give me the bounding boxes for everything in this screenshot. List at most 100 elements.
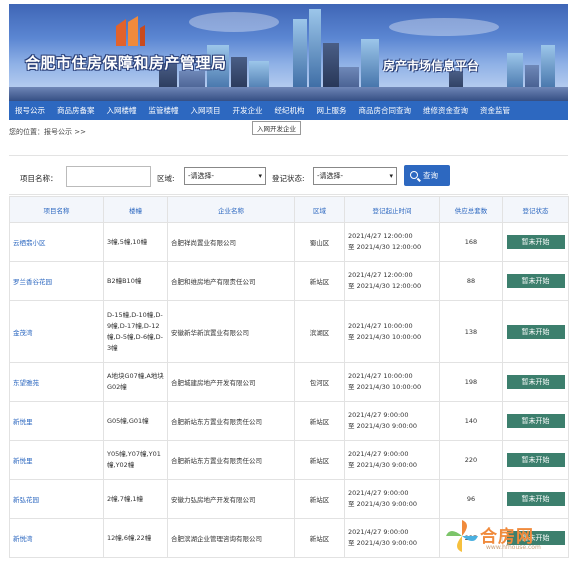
status-button[interactable]: 暂未开始 bbox=[506, 274, 565, 288]
status-button[interactable]: 暂未开始 bbox=[506, 492, 565, 506]
cloud-decor bbox=[189, 12, 279, 32]
nav-item-networked-buildings[interactable]: 入网楼幢 bbox=[101, 101, 143, 120]
site-title: 合肥市住房保障和房产管理局 bbox=[25, 54, 227, 72]
project-name-link[interactable]: 罗兰香谷花园 bbox=[9, 261, 104, 301]
status-select[interactable]: -请选择- ▾ bbox=[313, 167, 397, 185]
nav-item-contract-query[interactable]: 商品房合同查询 bbox=[353, 101, 418, 120]
project-table: 项目名称 楼幢 企业名称 区域 登记起止时间 供应总套数 登记状态 云栖翡小区 … bbox=[9, 196, 569, 558]
status-button[interactable]: 暂未开始 bbox=[506, 453, 565, 467]
nav-item-networked-projects[interactable]: 入网项目 bbox=[185, 101, 227, 120]
project-name-link[interactable]: 新弘花园 bbox=[9, 479, 104, 519]
status-button[interactable]: 暂未开始 bbox=[506, 414, 565, 428]
col-header-project: 项目名称 bbox=[9, 196, 104, 223]
col-header-building: 楼幢 bbox=[103, 196, 168, 223]
table-row: 金茂湾 D-15幢,D-10幢,D-9幢,D-17幢,D-12幢,D-5幢,D-… bbox=[9, 300, 569, 363]
platform-title: 房产市场信息平台 bbox=[383, 59, 480, 73]
col-header-enterprise: 企业名称 bbox=[167, 196, 295, 223]
area-select[interactable]: -请选择- ▾ bbox=[184, 167, 266, 185]
nav-item-report-publicity[interactable]: 报号公示 bbox=[9, 101, 51, 120]
area-select-value: -请选择- bbox=[188, 172, 215, 180]
query-button-label: 查询 bbox=[423, 171, 438, 180]
enterprise-cell: 安徽新华新滨置业有限公司 bbox=[167, 300, 295, 363]
table-row: 云栖翡小区 3幢,5幢,10幢 合肥祥尚置业有限公司 蜀山区 2021/4/27… bbox=[9, 222, 569, 262]
chevron-down-icon: ▾ bbox=[389, 172, 393, 180]
enterprise-cell: 合肥新站东方置业有限责任公司 bbox=[167, 401, 295, 441]
project-name-link[interactable]: 东望雅苑 bbox=[9, 362, 104, 402]
period-start: 2021/4/27 9:00:00 bbox=[348, 489, 409, 497]
nav-item-online-service[interactable]: 网上服务 bbox=[311, 101, 353, 120]
status-cell: 暂未开始 bbox=[502, 440, 569, 480]
query-button[interactable]: 查询 bbox=[404, 165, 450, 186]
status-button[interactable]: 暂未开始 bbox=[506, 375, 565, 389]
nav-item-fund-supervision[interactable]: 资金监管 bbox=[474, 101, 516, 120]
period-start: 2021/4/27 12:00:00 bbox=[348, 232, 413, 240]
area-cell: 新站区 bbox=[294, 440, 345, 480]
status-cell: 暂未开始 bbox=[502, 222, 569, 262]
main-nav: 报号公示 商品房备案 入网楼幢 监管楼幢 入网项目 开发企业 经纪机构 网上服务… bbox=[9, 101, 568, 120]
status-button[interactable]: 暂未开始 bbox=[506, 324, 565, 339]
period-cell: 2021/4/27 9:00:00 至 2021/4/30 9:00:00 bbox=[344, 401, 440, 441]
project-name-link[interactable]: 云栖翡小区 bbox=[9, 222, 104, 262]
search-icon bbox=[410, 171, 418, 179]
status-button[interactable]: 暂未开始 bbox=[506, 235, 565, 249]
area-label: 区域: bbox=[157, 174, 175, 183]
area-cell: 蜀山区 bbox=[294, 222, 345, 262]
enterprise-cell: 合肥新站东方置业有限责任公司 bbox=[167, 440, 295, 480]
period-end: 至 2021/4/30 9:00:00 bbox=[348, 422, 418, 430]
building-cell: Y05幢,Y07幢,Y01幢,Y02幢 bbox=[103, 440, 168, 480]
building-cell: G05幢,G01幢 bbox=[103, 401, 168, 441]
project-name-link[interactable]: 金茂湾 bbox=[9, 300, 104, 363]
area-cell: 滨湖区 bbox=[294, 300, 345, 363]
period-cell: 2021/4/27 12:00:00 至 2021/4/30 12:00:00 bbox=[344, 222, 440, 262]
nav-item-brokers[interactable]: 经纪机构 bbox=[269, 101, 311, 120]
area-cell: 新站区 bbox=[294, 479, 345, 519]
status-cell: 暂未开始 bbox=[502, 401, 569, 441]
period-start: 2021/4/27 9:00:00 bbox=[348, 528, 409, 536]
status-cell: 暂未开始 bbox=[502, 300, 569, 363]
building-cell: D-15幢,D-10幢,D-9幢,D-17幢,D-12幢,D-5幢,D-6幢,D… bbox=[103, 300, 168, 363]
project-name-link[interactable]: 新悦湾 bbox=[9, 518, 104, 558]
project-name-input[interactable] bbox=[66, 166, 151, 187]
nav-tooltip: 入网开发企业 bbox=[252, 121, 301, 135]
period-end: 至 2021/4/30 9:00:00 bbox=[348, 461, 418, 469]
nav-item-maintenance-fund[interactable]: 维修资金查询 bbox=[417, 101, 474, 120]
status-cell: 暂未开始 bbox=[502, 479, 569, 519]
col-header-supply: 供应总套数 bbox=[439, 196, 503, 223]
supply-count-cell: 220 bbox=[439, 440, 503, 480]
period-cell: 2021/4/27 12:00:00 至 2021/4/30 12:00:00 bbox=[344, 261, 440, 301]
area-cell: 新站区 bbox=[294, 261, 345, 301]
project-name-link[interactable]: 新悦里 bbox=[9, 401, 104, 441]
period-cell: 2021/4/27 9:00:00 至 2021/4/30 9:00:00 bbox=[344, 518, 440, 558]
supply-count-cell: 138 bbox=[439, 300, 503, 363]
table-row: 新弘花园 2幢,7幢,1幢 安徽力弘房地产开发有限公司 新站区 2021/4/2… bbox=[9, 479, 569, 519]
ground-decor bbox=[9, 87, 568, 101]
enterprise-cell: 合肥城建房地产开发有限公司 bbox=[167, 362, 295, 402]
nav-item-supervised-buildings[interactable]: 监管楼幢 bbox=[143, 101, 185, 120]
table-row: 罗兰香谷花园 B2幢B10幢 合肥和维房地产有限责任公司 新站区 2021/4/… bbox=[9, 261, 569, 301]
enterprise-cell: 合肥祥尚置业有限公司 bbox=[167, 222, 295, 262]
nav-item-housing-filing[interactable]: 商品房备案 bbox=[51, 101, 101, 120]
nav-item-developers[interactable]: 开发企业 bbox=[227, 101, 269, 120]
pinwheel-logo-icon bbox=[446, 520, 478, 552]
project-name-label: 项目名称： bbox=[20, 174, 58, 183]
period-end: 至 2021/4/30 12:00:00 bbox=[348, 282, 422, 290]
project-name-link[interactable]: 新悦里 bbox=[9, 440, 104, 480]
table-row: 新悦里 Y05幢,Y07幢,Y01幢,Y02幢 合肥新站东方置业有限责任公司 新… bbox=[9, 440, 569, 480]
period-start: 2021/4/27 12:00:00 bbox=[348, 271, 413, 279]
status-select-value: -请选择- bbox=[317, 172, 344, 180]
period-end: 至 2021/4/30 10:00:00 bbox=[348, 332, 422, 341]
supply-count-cell: 96 bbox=[439, 479, 503, 519]
period-cell: 2021/4/27 10:00:00 至 2021/4/30 10:00:00 bbox=[344, 300, 440, 363]
supply-count-cell: 88 bbox=[439, 261, 503, 301]
table-row: 东望雅苑 A地块G07幢,A地块G02幢 合肥城建房地产开发有限公司 包河区 2… bbox=[9, 362, 569, 402]
bureau-logo-icon bbox=[116, 16, 145, 46]
area-cell: 新站区 bbox=[294, 401, 345, 441]
supply-count-cell: 140 bbox=[439, 401, 503, 441]
enterprise-cell: 安徽力弘房地产开发有限公司 bbox=[167, 479, 295, 519]
building-cell: 2幢,7幢,1幢 bbox=[103, 479, 168, 519]
period-start: 2021/4/27 9:00:00 bbox=[348, 411, 409, 419]
breadcrumb: 您的位置：报号公示 >> bbox=[9, 128, 86, 136]
area-cell: 新站区 bbox=[294, 518, 345, 558]
building-cell: 3幢,5幢,10幢 bbox=[103, 222, 168, 262]
period-cell: 2021/4/27 9:00:00 至 2021/4/30 9:00:00 bbox=[344, 479, 440, 519]
